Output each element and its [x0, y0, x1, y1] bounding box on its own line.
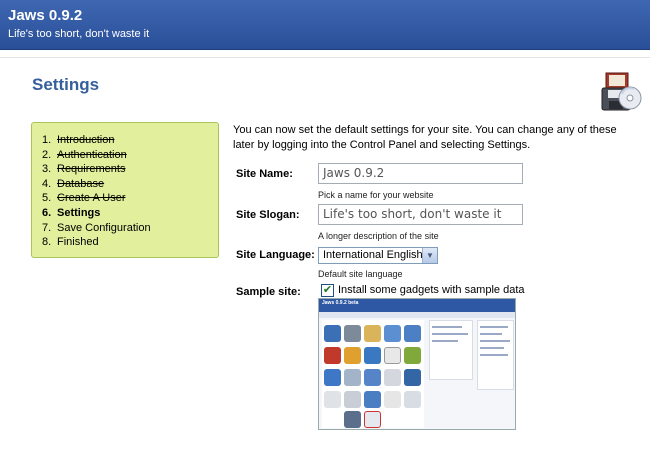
preview-gadget-icon	[324, 391, 341, 408]
preview-gadget-icon	[404, 325, 421, 342]
site-name-hint: Pick a name for your website	[318, 190, 434, 200]
page-title: Settings	[32, 75, 100, 94]
preview-gadget-icon	[364, 391, 381, 408]
preview-nav	[319, 312, 515, 318]
preview-text-line	[480, 347, 504, 349]
preview-gadget-icon	[364, 325, 381, 342]
preview-icon-grid	[322, 320, 424, 428]
install-steps-panel: 1. Introduction 2. Authentication 3. Requir…	[31, 122, 219, 258]
chevron-down-icon[interactable]: ▼	[422, 248, 437, 263]
site-language-value: International English	[323, 249, 423, 261]
preview-text-line	[480, 354, 508, 356]
preview-gadget-icon	[404, 347, 421, 364]
step-item: 4. Database	[42, 177, 105, 190]
site-slogan-input[interactable]: Life's too short, don't waste it	[318, 204, 523, 225]
header-divider	[0, 57, 650, 58]
site-name-label: Site Name:	[236, 168, 293, 180]
sample-site-preview-image: Jaws 0.9.2 beta	[318, 298, 516, 430]
preview-gadget-icon	[384, 369, 401, 386]
preview-gadget-icon	[364, 411, 381, 428]
preview-gadget-icon	[324, 347, 341, 364]
preview-text-line	[432, 326, 462, 328]
preview-text-line	[480, 326, 508, 328]
preview-text-line	[432, 333, 468, 335]
preview-gadget-icon	[384, 325, 401, 342]
site-language-select[interactable]: International English ▼	[318, 247, 438, 264]
preview-gadget-icon	[324, 325, 341, 342]
sample-site-checkbox[interactable]: ✔	[321, 284, 334, 297]
site-language-label: Site Language:	[236, 249, 315, 261]
step-item: 3. Requirements	[42, 163, 126, 176]
preview-text-line	[480, 333, 502, 335]
step-item: 7. Save Configuration	[42, 221, 151, 234]
preview-header: Jaws 0.9.2 beta	[319, 299, 515, 312]
preview-gadget-icon	[404, 369, 421, 386]
preview-gadget-icon	[344, 369, 361, 386]
step-item: 1. Introduction	[42, 134, 115, 146]
step-item: 8. Finished	[42, 236, 99, 249]
preview-gadget-icon	[344, 411, 361, 428]
preview-gadget-icon	[324, 369, 341, 386]
preview-title: Jaws 0.9.2 beta	[322, 300, 359, 306]
step-item-current: 6. Settings	[42, 206, 101, 219]
preview-gadget-icon	[364, 369, 381, 386]
preview-gadget-icon	[384, 347, 401, 364]
preview-gadget-icon	[384, 391, 401, 408]
preview-gadget-icon	[344, 391, 361, 408]
app-tagline: Life's too short, don't waste it	[8, 28, 150, 40]
sample-site-check-label: Install some gadgets with sample data	[338, 284, 525, 296]
app-title: Jaws 0.9.2	[8, 7, 83, 24]
app-header: Jaws 0.9.2 Life's too short, don't waste…	[0, 0, 650, 50]
sample-site-label: Sample site:	[236, 286, 301, 298]
site-language-hint: Default site language	[318, 269, 403, 279]
step-item: 2. Authentication	[42, 148, 127, 161]
preview-gadget-icon	[344, 325, 361, 342]
site-slogan-hint: A longer description of the site	[318, 231, 439, 241]
site-slogan-label: Site Slogan:	[236, 209, 300, 221]
preview-gadget-icon	[404, 391, 421, 408]
preview-gadget-icon	[344, 347, 361, 364]
floppy-cd-settings-icon	[601, 72, 642, 111]
preview-text-line	[480, 340, 510, 342]
step-item: 5. Create A User	[42, 192, 126, 205]
site-name-input[interactable]: Jaws 0.9.2	[318, 163, 523, 184]
intro-text: You can now set the default settings for…	[233, 124, 617, 151]
preview-column	[429, 320, 473, 380]
preview-gadget-icon	[364, 347, 381, 364]
preview-text-line	[432, 340, 458, 342]
